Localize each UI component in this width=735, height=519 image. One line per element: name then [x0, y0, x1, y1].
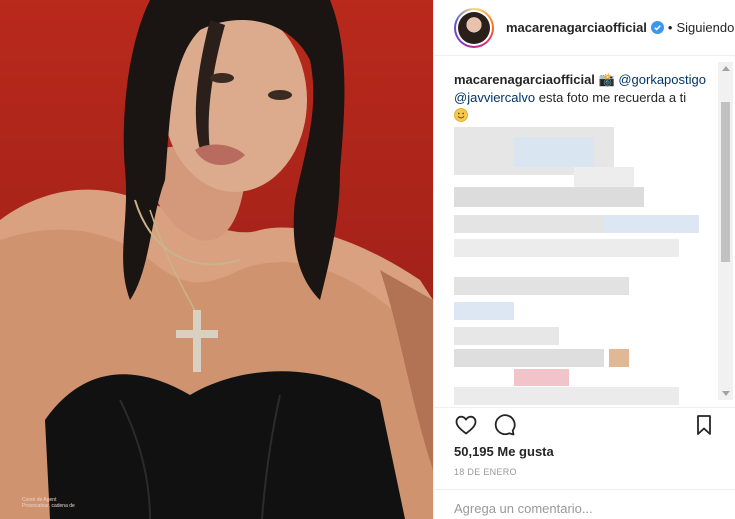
smile-emoji-icon [454, 108, 468, 122]
likes-number: 50,195 [454, 444, 494, 459]
post-caption: macarenagarciaofficial 📸 @gorkapostigo @… [454, 71, 716, 125]
heart-icon[interactable] [454, 413, 478, 437]
mention-link-2[interactable]: @javviercalvo [454, 90, 535, 105]
post-date: 18 DE ENERO [454, 467, 517, 477]
bookmark-icon[interactable] [692, 413, 716, 437]
blurred-comments [454, 127, 719, 407]
follow-status-button[interactable]: Siguiendo [676, 20, 734, 35]
header-username[interactable]: macarenagarciaofficial [506, 20, 647, 35]
likes-count[interactable]: 50,195 Me gusta [454, 444, 716, 459]
comment-input[interactable] [454, 501, 714, 516]
post-actions: 50,195 Me gusta 18 DE ENERO [434, 407, 735, 477]
mention-link-1[interactable]: @gorkapostigo [618, 72, 706, 87]
speech-bubble-icon[interactable] [492, 413, 516, 437]
post-header: macarenagarciaofficial • Siguiendo [434, 0, 735, 56]
caption-username[interactable]: macarenagarciaofficial [454, 72, 595, 87]
header-separator: • [667, 20, 673, 35]
comments-list[interactable]: macarenagarciaofficial 📸 @gorkapostigo @… [434, 57, 735, 407]
likes-label: Me gusta [497, 444, 554, 459]
comments-scrollbar[interactable] [718, 62, 733, 400]
photo-illustration [0, 0, 433, 519]
add-comment-bar [434, 489, 735, 519]
post-side-panel: macarenagarciaofficial • Siguiendo macar… [433, 0, 735, 519]
scroll-up-arrow-icon[interactable] [722, 66, 730, 71]
scroll-thumb[interactable] [721, 102, 730, 262]
photo-credit-text: Corsé de Agent Provocateur, cadena de [22, 497, 75, 509]
camera-emoji: 📸 [598, 72, 615, 87]
verified-badge-icon [650, 21, 664, 34]
post-photo[interactable]: Corsé de Agent Provocateur, cadena de [0, 0, 433, 519]
avatar[interactable] [454, 7, 494, 48]
scroll-down-arrow-icon[interactable] [722, 391, 730, 396]
caption-text: esta foto me recuerda a ti [538, 90, 687, 105]
